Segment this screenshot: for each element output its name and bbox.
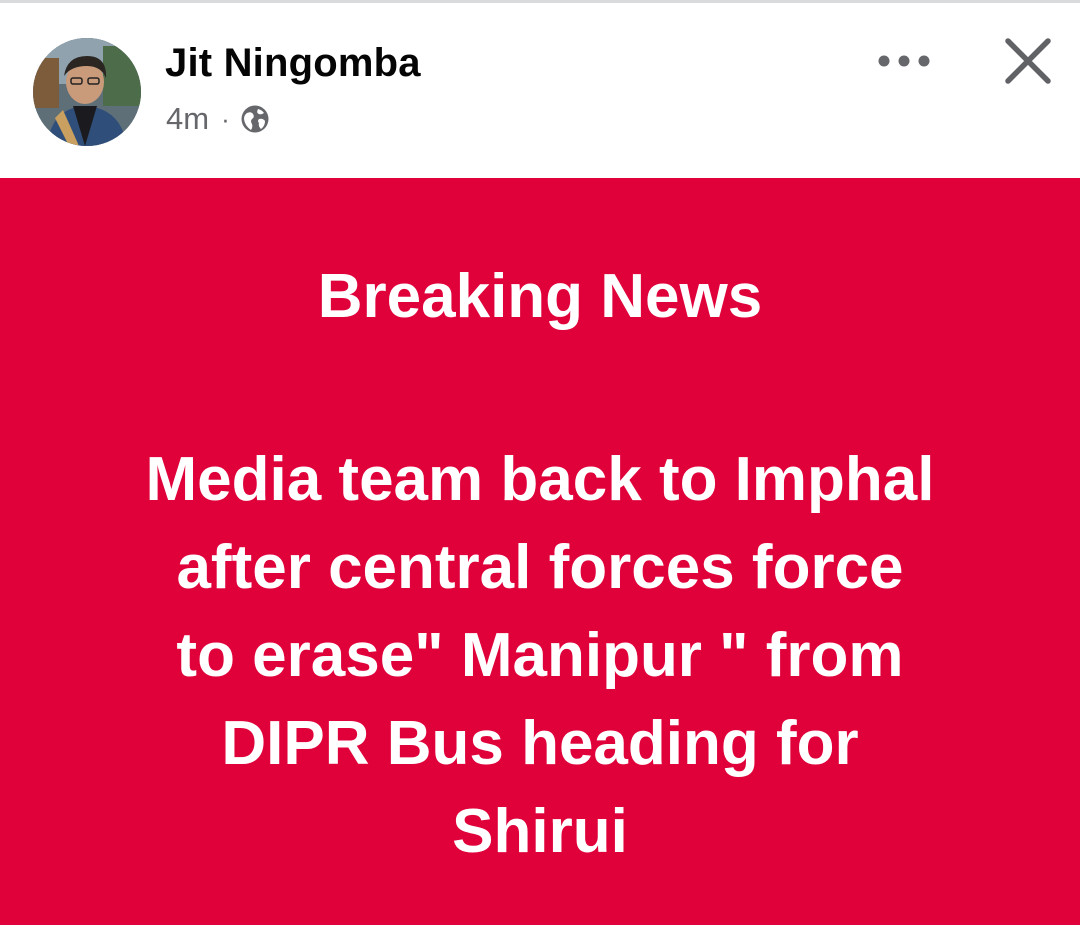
more-options-button[interactable] bbox=[868, 33, 940, 89]
post-background-card: Breaking News Media team back to Imphal … bbox=[0, 178, 1080, 925]
post-meta: 4m · bbox=[166, 99, 270, 139]
post-body-text: Media team back to Imphal after central … bbox=[145, 445, 935, 866]
avatar[interactable] bbox=[33, 38, 141, 146]
post-header: Jit Ningomba 4m · bbox=[0, 3, 1080, 178]
close-button[interactable] bbox=[992, 29, 1064, 93]
globe-icon[interactable] bbox=[240, 104, 270, 134]
meta-separator: · bbox=[221, 103, 230, 134]
close-icon bbox=[1005, 38, 1051, 84]
avatar-photo bbox=[33, 38, 141, 146]
facebook-post: Jit Ningomba 4m · Breaking News Media te… bbox=[0, 0, 1080, 930]
author-name[interactable]: Jit Ningomba bbox=[165, 41, 421, 86]
timestamp[interactable]: 4m bbox=[166, 101, 209, 137]
post-headline: Breaking News bbox=[317, 262, 763, 331]
bottom-strip bbox=[0, 925, 1080, 930]
more-horizontal-icon bbox=[878, 55, 930, 67]
